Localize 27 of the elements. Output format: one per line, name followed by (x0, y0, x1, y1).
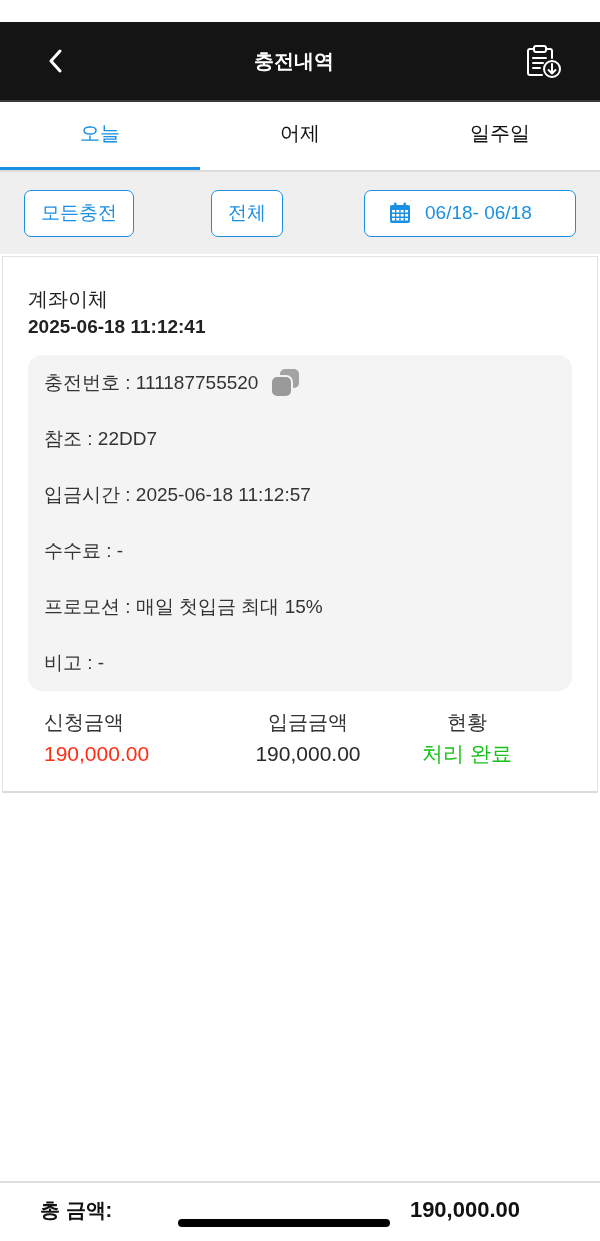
date-range-button[interactable]: 06/18- 06/18 (364, 189, 576, 237)
copy-icon[interactable] (270, 368, 301, 398)
date-range-text: 06/18- 06/18 (425, 202, 532, 224)
summary-label: 현황 (447, 710, 487, 735)
payment-method: 계좌이체 (28, 287, 109, 312)
summary-value: 190,000.00 (44, 741, 150, 767)
request-time: 2025-06-18 11:12:41 (28, 315, 207, 339)
page-title: 충전내역 (254, 48, 334, 74)
detail-text: 비고 : - (44, 651, 105, 675)
summary-value: 190,000.00 (255, 741, 361, 767)
clipboard-download-icon (526, 44, 562, 78)
total-amount: 190,000.00 (409, 1197, 520, 1223)
back-chevron-icon (48, 49, 62, 73)
calendar-icon (389, 202, 411, 224)
export-button[interactable] (526, 44, 562, 78)
total-label: 총 금액: (40, 1197, 113, 1223)
type-filter-button[interactable]: 모든충전 (24, 189, 134, 237)
detail-text: 입금시간 : 2025-06-18 11:12:57 (44, 483, 311, 507)
summary-label: 신청금액 (44, 710, 124, 735)
detail-text: 충전번호 : 111187755520 (44, 371, 259, 395)
detail-text: 참조 : 22DD7 (44, 427, 157, 451)
detail-text: 수수료 : - (44, 539, 124, 563)
back-button[interactable] (48, 49, 62, 73)
detail-text: 프로모션 : 매일 첫입금 최대 15% (44, 595, 323, 619)
summary-value: 처리 완료 (422, 741, 512, 767)
summary-label: 입금금액 (268, 710, 348, 735)
status-filter-button[interactable]: 전체 (211, 189, 283, 237)
